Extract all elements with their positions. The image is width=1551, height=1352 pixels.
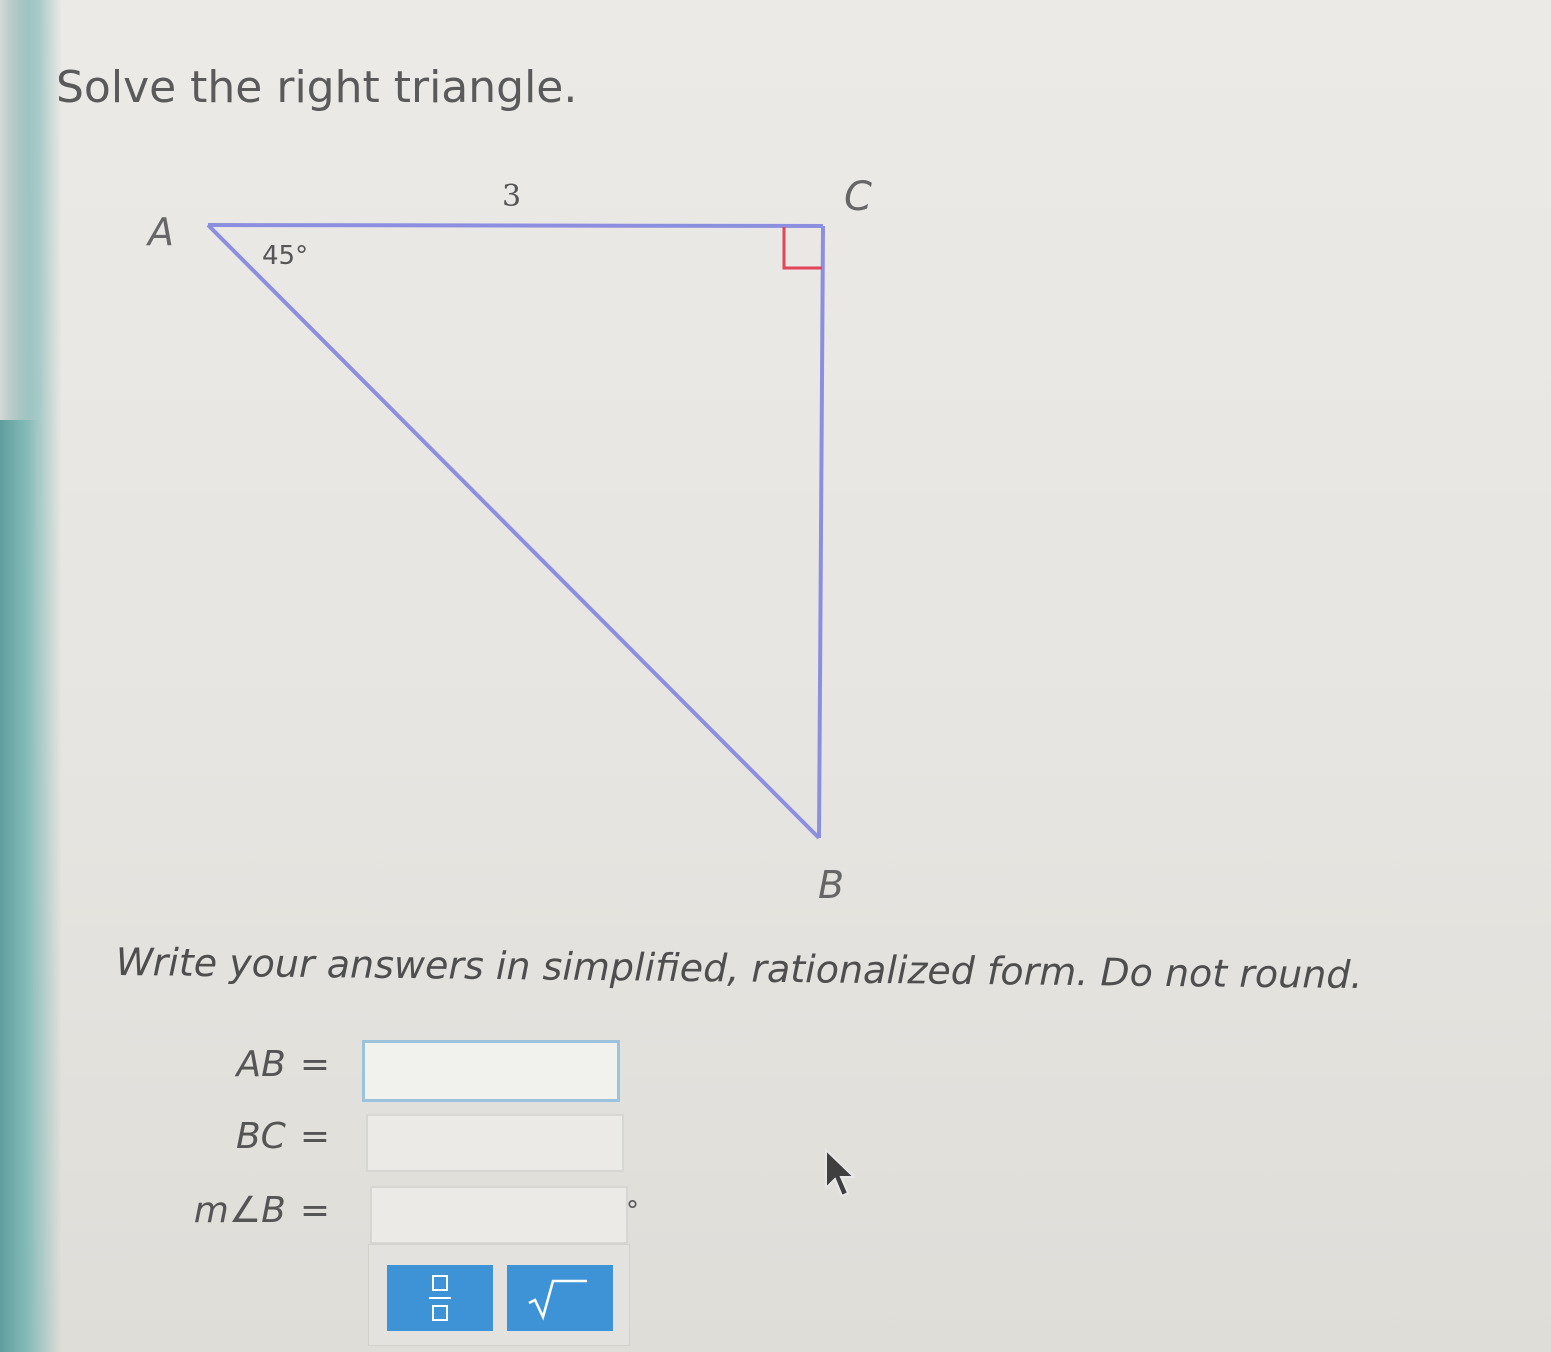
angle-b-label-text: m∠B [193,1190,286,1231]
angle-b-label: m∠B = [0,1190,330,1231]
side-ac [207,223,824,228]
side-cb [817,225,825,839]
square-root-button[interactable] [507,1265,613,1331]
angle-b-answer-input[interactable] [370,1186,628,1244]
angle-b-equals-sign: = [299,1190,330,1231]
degree-symbol: ° [626,1196,639,1226]
right-angle-marker [782,227,822,270]
vertex-a-label: A [145,210,174,254]
side-ac-length-label: 3 [502,179,521,214]
vertex-b-label: B [818,863,844,907]
ab-label-text: AB [236,1044,286,1085]
bc-label: BC = [0,1116,330,1157]
ab-label: AB = [0,1044,331,1085]
math-toolbar [368,1244,630,1346]
ab-answer-input[interactable] [362,1040,620,1102]
side-ab [206,223,821,840]
fraction-icon [429,1275,451,1321]
bc-label-text: BC [235,1116,286,1157]
vertex-c-label: C [844,174,872,220]
bc-equals-sign: = [299,1116,330,1157]
angle-a-label: 45° [262,241,308,271]
bc-answer-input[interactable] [366,1114,624,1172]
square-root-icon [528,1279,587,1321]
ab-equals-sign: = [299,1044,330,1085]
mouse-cursor-icon [825,1148,857,1198]
fraction-button[interactable] [387,1265,493,1331]
